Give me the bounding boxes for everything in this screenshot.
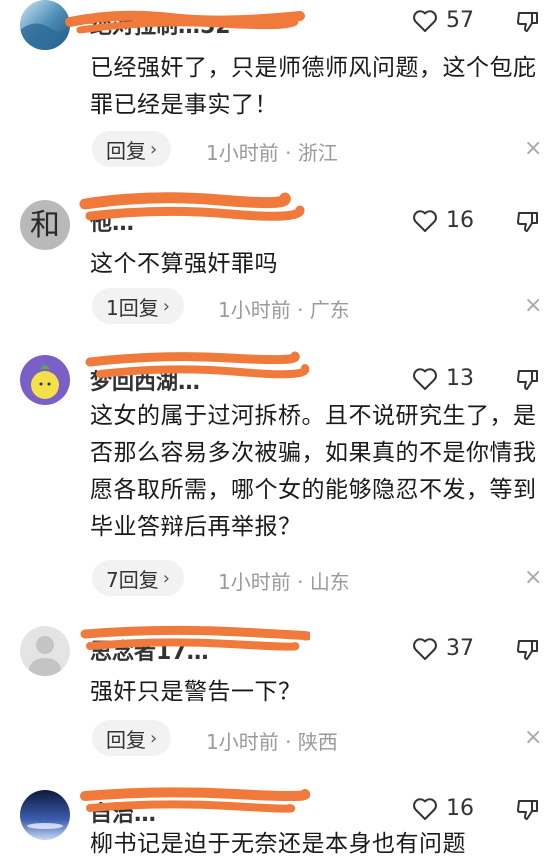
like-button[interactable]: 13 — [412, 366, 474, 391]
chevron-right-icon: › — [150, 727, 158, 749]
username[interactable]: 绝对拉制…52 — [90, 8, 290, 38]
username[interactable]: 他… — [90, 205, 290, 235]
close-icon[interactable]: × — [524, 295, 542, 317]
comment-text: 已经强奸了，只是师德师风问题，这个包庇罪已经是事实了！ — [90, 55, 537, 118]
username[interactable]: 思念者17… — [90, 634, 290, 664]
reply-label: 1回复 — [106, 295, 159, 320]
meta-separator: · — [285, 141, 292, 165]
comment-location: 山东 — [309, 570, 350, 594]
comment-text: 这个不算强奸罪吗 — [90, 251, 278, 277]
reply-label: 7回复 — [106, 567, 159, 592]
thumbs-down-outline-icon — [517, 12, 538, 32]
like-count: 16 — [446, 796, 474, 821]
comment-time: 1小时前 — [218, 298, 291, 322]
heart-outline-icon — [413, 367, 437, 390]
dislike-button[interactable] — [516, 798, 540, 826]
close-icon[interactable]: × — [524, 727, 542, 749]
comment-location: 陕西 — [297, 730, 338, 754]
comment-meta: 1小时前 · 浙江 — [206, 137, 338, 166]
like-count: 16 — [446, 208, 474, 233]
reply-label: 回复 — [106, 138, 146, 163]
close-icon[interactable]: × — [524, 567, 542, 589]
comment-meta: 1小时前 · 山东 — [218, 566, 350, 595]
comment-time: 1小时前 — [206, 141, 279, 165]
username[interactable]: 梦回西湖… — [90, 364, 290, 394]
meta-separator: · — [297, 570, 304, 594]
avatar[interactable]: 和 — [20, 200, 70, 250]
chevron-right-icon: › — [150, 138, 158, 160]
comment-time: 1小时前 — [218, 570, 291, 594]
comment-location: 浙江 — [297, 141, 338, 165]
comment-time: 1小时前 — [206, 730, 279, 754]
comment-location: 广东 — [309, 298, 350, 322]
svg-text:和: 和 — [30, 208, 60, 243]
avatar[interactable] — [20, 626, 70, 676]
dislike-button[interactable] — [516, 368, 540, 396]
heart-outline-icon — [413, 209, 437, 232]
dislike-button[interactable] — [516, 638, 540, 666]
reply-button[interactable]: 回复 › — [92, 720, 172, 756]
like-count: 57 — [446, 8, 474, 33]
heart-outline-icon — [413, 9, 437, 32]
thumbs-down-outline-icon — [517, 800, 538, 820]
close-icon[interactable]: × — [524, 138, 542, 160]
reply-button[interactable]: 1回复 › — [92, 288, 184, 324]
username[interactable]: 自治… — [90, 796, 290, 826]
comment-meta: 1小时前 · 陕西 — [206, 726, 338, 755]
avatar[interactable] — [20, 0, 70, 50]
like-button[interactable]: 57 — [412, 8, 474, 33]
heart-outline-icon — [413, 637, 437, 660]
heart-outline-icon — [413, 797, 437, 820]
reply-button[interactable]: 回复 › — [92, 131, 172, 167]
meta-separator: · — [285, 730, 292, 754]
meta-separator: · — [297, 298, 304, 322]
reply-button[interactable]: 7回复 › — [92, 560, 184, 596]
like-button[interactable]: 37 — [412, 636, 474, 661]
chevron-right-icon: › — [162, 567, 170, 589]
reply-label: 回复 — [106, 727, 146, 752]
dislike-button[interactable] — [516, 210, 540, 238]
comment-text: 这女的属于过河拆桥。且不说研究生了，是否那么容易多次被骗，如果真的不是你情我愿各… — [90, 403, 537, 540]
like-count: 37 — [446, 636, 474, 661]
comment-text: 柳书记是迫于无奈还是本身也有问题 — [90, 831, 466, 857]
like-count: 13 — [446, 366, 474, 391]
thumbs-down-outline-icon — [517, 212, 538, 232]
like-button[interactable]: 16 — [412, 208, 474, 233]
comment-meta: 1小时前 · 广东 — [218, 294, 350, 323]
avatar[interactable] — [20, 355, 70, 405]
like-button[interactable]: 16 — [412, 796, 474, 821]
thumbs-down-outline-icon — [517, 370, 538, 390]
thumbs-down-outline-icon — [517, 640, 538, 660]
dislike-button[interactable] — [516, 10, 540, 38]
avatar[interactable] — [20, 790, 70, 840]
chevron-right-icon: › — [162, 295, 170, 317]
comment-text: 强奸只是警告一下？ — [90, 679, 302, 705]
